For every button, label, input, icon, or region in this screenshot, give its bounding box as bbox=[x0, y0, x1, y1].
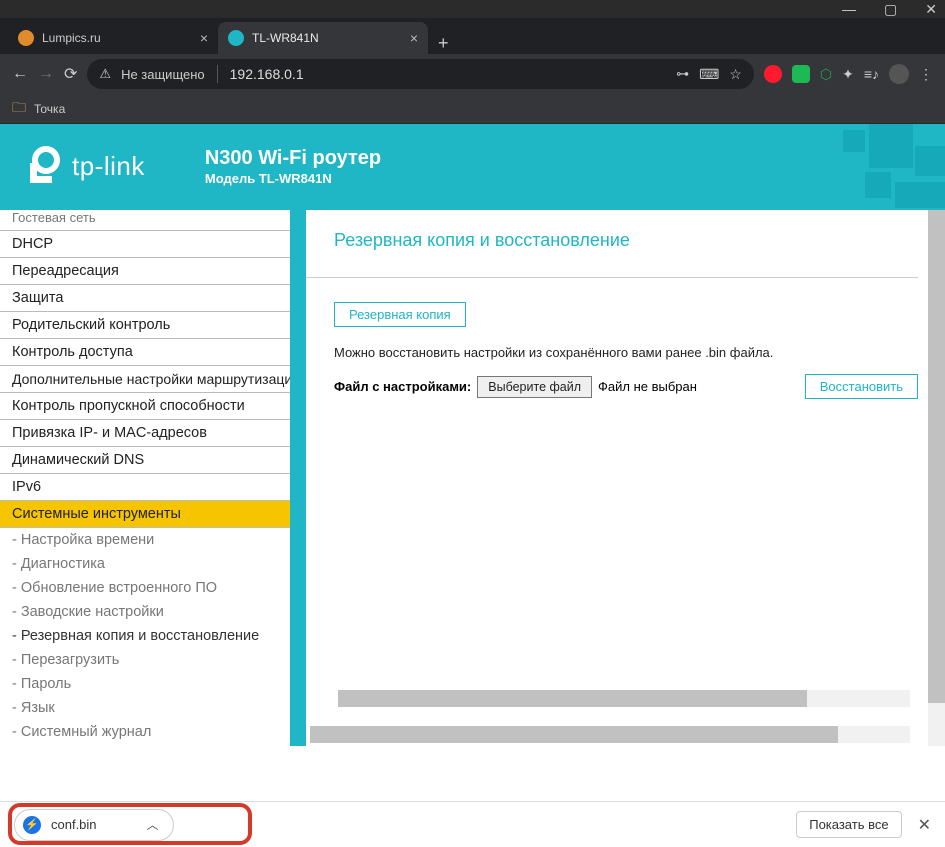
file-label: Файл с настройками: bbox=[334, 379, 471, 394]
close-icon[interactable]: × bbox=[200, 30, 208, 46]
restore-button[interactable]: Восстановить bbox=[805, 374, 918, 399]
show-all-downloads-button[interactable]: Показать все bbox=[796, 811, 901, 838]
sidebar-item-ipv6[interactable]: IPv6 bbox=[0, 474, 290, 501]
sidebar-sub-language[interactable]: - Язык bbox=[0, 696, 290, 720]
tplink-logo-mark bbox=[24, 146, 64, 186]
tplink-logo-text: tp-link bbox=[72, 151, 145, 182]
back-button[interactable]: ← bbox=[12, 65, 28, 83]
restore-hint: Можно восстановить настройки из сохранён… bbox=[334, 345, 918, 360]
sidebar-item-truncated[interactable]: Гостевая сеть bbox=[0, 210, 290, 231]
translate-icon[interactable]: ⌨ bbox=[699, 66, 719, 83]
divider bbox=[306, 277, 918, 278]
sidebar-item-bandwidth[interactable]: Контроль пропускной способности bbox=[0, 393, 290, 420]
extension-adblock-icon[interactable]: ⬡ bbox=[820, 66, 832, 83]
router-model: Модель TL-WR841N bbox=[205, 171, 381, 188]
sidebar-item-routing[interactable]: Дополнительные настройки маршрутизации bbox=[0, 366, 290, 393]
security-label: Не защищено bbox=[121, 67, 205, 82]
extension-green-icon[interactable] bbox=[792, 65, 810, 83]
sidebar-item-parental[interactable]: Родительский контроль bbox=[0, 312, 290, 339]
tab-title: TL-WR841N bbox=[252, 31, 319, 45]
sidebar-sub-factory[interactable]: - Заводские настройки bbox=[0, 600, 290, 624]
profile-avatar[interactable] bbox=[889, 64, 909, 84]
sidebar-item-ddns[interactable]: Динамический DNS bbox=[0, 447, 290, 474]
header-decoration bbox=[805, 124, 945, 208]
address-bar[interactable]: ⚠ Не защищено ⊶ ⌨ ☆ bbox=[87, 59, 753, 89]
sidebar-sub-syslog[interactable]: - Системный журнал bbox=[0, 720, 290, 744]
sidebar-sub-diag[interactable]: - Диагностика bbox=[0, 552, 290, 576]
sidebar-sub-firmware[interactable]: - Обновление встроенного ПО bbox=[0, 576, 290, 600]
download-file-icon: ⚡ bbox=[23, 816, 41, 834]
browser-toolbar: ← → ⟳ ⚠ Не защищено ⊶ ⌨ ☆ ⬡ ✦ ≡♪ ⋮ bbox=[0, 54, 945, 94]
tplink-logo: tp-link bbox=[24, 146, 145, 186]
restore-row: Файл с настройками: Выберите файл Файл н… bbox=[334, 374, 918, 399]
separator bbox=[217, 65, 218, 83]
content-vscroll[interactable] bbox=[928, 210, 945, 746]
content-hscroll-lower[interactable] bbox=[306, 724, 928, 746]
chevron-up-icon[interactable]: ︿ bbox=[147, 816, 159, 833]
browser-tab-1[interactable]: TL-WR841N × bbox=[218, 22, 428, 54]
router-product-name: N300 Wi-Fi роутер bbox=[205, 145, 381, 171]
sidebar-sub-backup[interactable]: - Резервная копия и восстановление bbox=[0, 624, 290, 648]
close-icon[interactable]: × bbox=[410, 30, 418, 46]
reading-list-icon[interactable]: ≡♪ bbox=[864, 66, 879, 82]
folder-icon: 🗀 bbox=[12, 97, 26, 121]
security-warning-icon: ⚠ bbox=[99, 66, 111, 82]
sidebar-item-access[interactable]: Контроль доступа bbox=[0, 339, 290, 366]
window-maximize[interactable]: ▢ bbox=[884, 1, 897, 18]
download-bar: ⚡ conf.bin ︿ Показать все ✕ bbox=[0, 801, 945, 847]
extension-opera-icon[interactable] bbox=[764, 65, 782, 83]
bookmark-star-icon[interactable]: ☆ bbox=[729, 66, 742, 83]
sidebar-sub-reboot[interactable]: - Перезагрузить bbox=[0, 648, 290, 672]
new-tab-button[interactable]: + bbox=[428, 33, 459, 54]
saved-password-icon[interactable]: ⊶ bbox=[676, 66, 689, 82]
sidebar-item-systools[interactable]: Системные инструменты bbox=[0, 501, 290, 528]
reload-button[interactable]: ⟳ bbox=[64, 64, 77, 84]
window-minimize[interactable]: — bbox=[842, 1, 856, 17]
page-heading: Резервная копия и восстановление bbox=[334, 230, 918, 251]
sidebar-item-security[interactable]: Защита bbox=[0, 285, 290, 312]
close-icon[interactable]: ✕ bbox=[918, 815, 931, 835]
content-hscroll-upper[interactable] bbox=[306, 688, 928, 710]
url-input[interactable] bbox=[230, 66, 666, 82]
no-file-text: Файл не выбран bbox=[598, 379, 697, 394]
content-panel: Резервная копия и восстановление Резервн… bbox=[306, 210, 928, 746]
sidebar-item-ipmac[interactable]: Привязка IP- и MAC-адресов bbox=[0, 420, 290, 447]
forward-button: → bbox=[38, 65, 54, 83]
browser-menu-icon[interactable]: ⋮ bbox=[919, 66, 933, 83]
sidebar-sub-stats[interactable]: - Статистика bbox=[0, 744, 290, 746]
download-filename: conf.bin bbox=[51, 817, 97, 832]
backup-button[interactable]: Резервная копия bbox=[334, 302, 466, 327]
window-close[interactable]: ✕ bbox=[925, 1, 937, 18]
sidebar: Гостевая сеть DHCP Переадресация Защита … bbox=[0, 210, 292, 746]
tab-title: Lumpics.ru bbox=[42, 31, 101, 45]
bookmarks-bar: 🗀 Точка bbox=[0, 94, 945, 124]
content-wrap: Резервная копия и восстановление Резервн… bbox=[292, 210, 945, 746]
content-gap bbox=[292, 210, 306, 746]
tab-strip: Lumpics.ru × TL-WR841N × + bbox=[0, 18, 945, 54]
router-header: tp-link N300 Wi-Fi роутер Модель TL-WR84… bbox=[0, 124, 945, 208]
sidebar-sub-password[interactable]: - Пароль bbox=[0, 672, 290, 696]
download-item[interactable]: ⚡ conf.bin ︿ bbox=[14, 809, 174, 841]
sidebar-item-forwarding[interactable]: Переадресация bbox=[0, 258, 290, 285]
choose-file-button[interactable]: Выберите файл bbox=[477, 376, 592, 398]
router-title-block: N300 Wi-Fi роутер Модель TL-WR841N bbox=[205, 145, 381, 188]
tab-favicon bbox=[228, 30, 244, 46]
sidebar-item-dhcp[interactable]: DHCP bbox=[0, 231, 290, 258]
bookmark-item[interactable]: Точка bbox=[34, 102, 65, 116]
browser-tab-0[interactable]: Lumpics.ru × bbox=[8, 22, 218, 54]
extensions-puzzle-icon[interactable]: ✦ bbox=[842, 66, 854, 83]
sidebar-sub-time[interactable]: - Настройка времени bbox=[0, 528, 290, 552]
window-titlebar: — ▢ ✕ bbox=[0, 0, 945, 18]
tab-favicon bbox=[18, 30, 34, 46]
router-body: Гостевая сеть DHCP Переадресация Защита … bbox=[0, 208, 945, 746]
